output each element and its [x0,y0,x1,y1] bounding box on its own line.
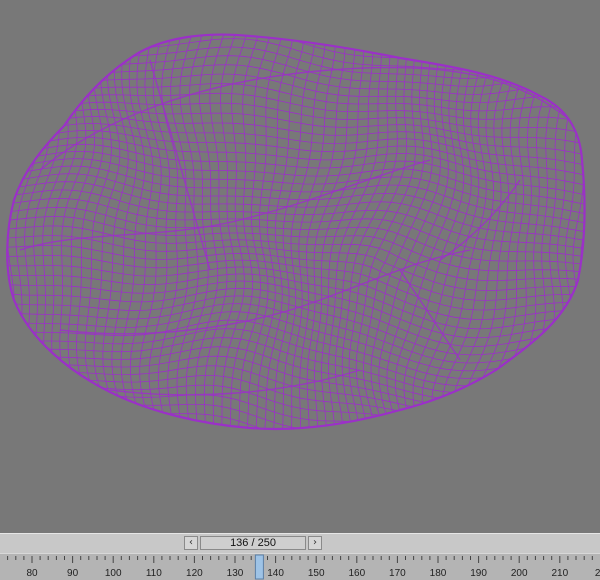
next-frame-button[interactable]: › [308,536,322,550]
mesh-line [530,34,585,430]
mesh-line [573,34,585,430]
chevron-left-icon: ‹ [189,537,193,548]
mesh-line [348,34,407,430]
frame-readout: 136 / 250 [230,537,276,549]
mesh-line [102,34,129,430]
frame-tick-label: 180 [430,568,447,579]
mesh-line [501,34,564,430]
mesh-line [7,73,585,108]
frame-tick-label: 22 [595,568,600,579]
mesh-line [7,365,585,422]
frame-tick-label: 140 [267,568,284,579]
mesh-line [7,311,585,372]
frame-tick-label: 160 [348,568,365,579]
mesh-line [185,34,209,430]
mesh-line [7,34,585,37]
current-frame-marker[interactable] [254,554,264,580]
frame-tick-label: 80 [26,568,38,579]
mesh-line [203,34,230,430]
mesh-line [24,34,52,427]
frame-tick-label: 210 [551,568,568,579]
frame-tick-label: 110 [146,568,162,579]
mesh-line [7,245,585,301]
mesh-line [7,173,585,237]
mesh-line [176,34,199,430]
mesh-line [67,34,95,428]
frame-tick-label: 150 [308,568,325,579]
mesh-line [370,34,433,430]
mesh-line [7,374,585,430]
mesh-line [7,34,38,428]
track-bar[interactable]: 80 90 100 110 120 130 140 150 160 170 180 190 200 210… [0,553,600,580]
app-window: ‹ 136 / 250 › 80 90 100 110 120 130 140 150 160 1… [0,0,600,580]
mesh-line [129,34,154,430]
mesh-line [7,83,585,119]
wireframe-mesh[interactable] [0,0,600,533]
prev-frame-button[interactable]: ‹ [184,536,198,550]
mesh-line [76,34,104,429]
mesh-line [120,34,146,430]
mesh-line [51,34,78,426]
frame-tick-label: 120 [186,568,203,579]
mesh-line [7,405,585,430]
mesh-line [7,198,585,260]
frame-tick-label: 170 [389,568,406,579]
mesh-line [7,346,585,402]
mesh-line [7,412,585,430]
mesh-line [7,264,585,320]
mesh-outline [6,33,586,431]
perspective-viewport[interactable] [0,0,600,533]
mesh-line [7,399,585,430]
mesh-line [7,34,585,46]
mesh-line [7,34,585,54]
mesh-line [7,92,585,130]
chevron-right-icon: › [313,537,317,548]
mesh-line [450,34,516,430]
mesh-line [510,34,573,430]
frame-tick-label: 200 [511,568,528,579]
time-slider-thumb[interactable]: 136 / 250 [200,536,306,550]
frame-tick-label: 190 [470,568,487,579]
mesh-line [15,34,45,427]
mesh-line [7,254,585,311]
frame-tick-label: 130 [227,568,244,579]
time-slider[interactable]: ‹ 136 / 250 › [0,533,600,553]
mesh-line [334,34,391,430]
mesh-line [585,35,600,470]
mesh-line [7,355,585,412]
mesh-line [7,38,585,71]
mesh-line [5,0,600,27]
mesh-line [7,392,585,430]
mesh-line [7,384,585,430]
mesh-line [7,34,30,429]
mesh-line [7,46,585,79]
mesh-fold-line [399,269,461,361]
frame-tick-label: 90 [67,568,79,579]
frame-tick-label: 100 [105,568,122,579]
